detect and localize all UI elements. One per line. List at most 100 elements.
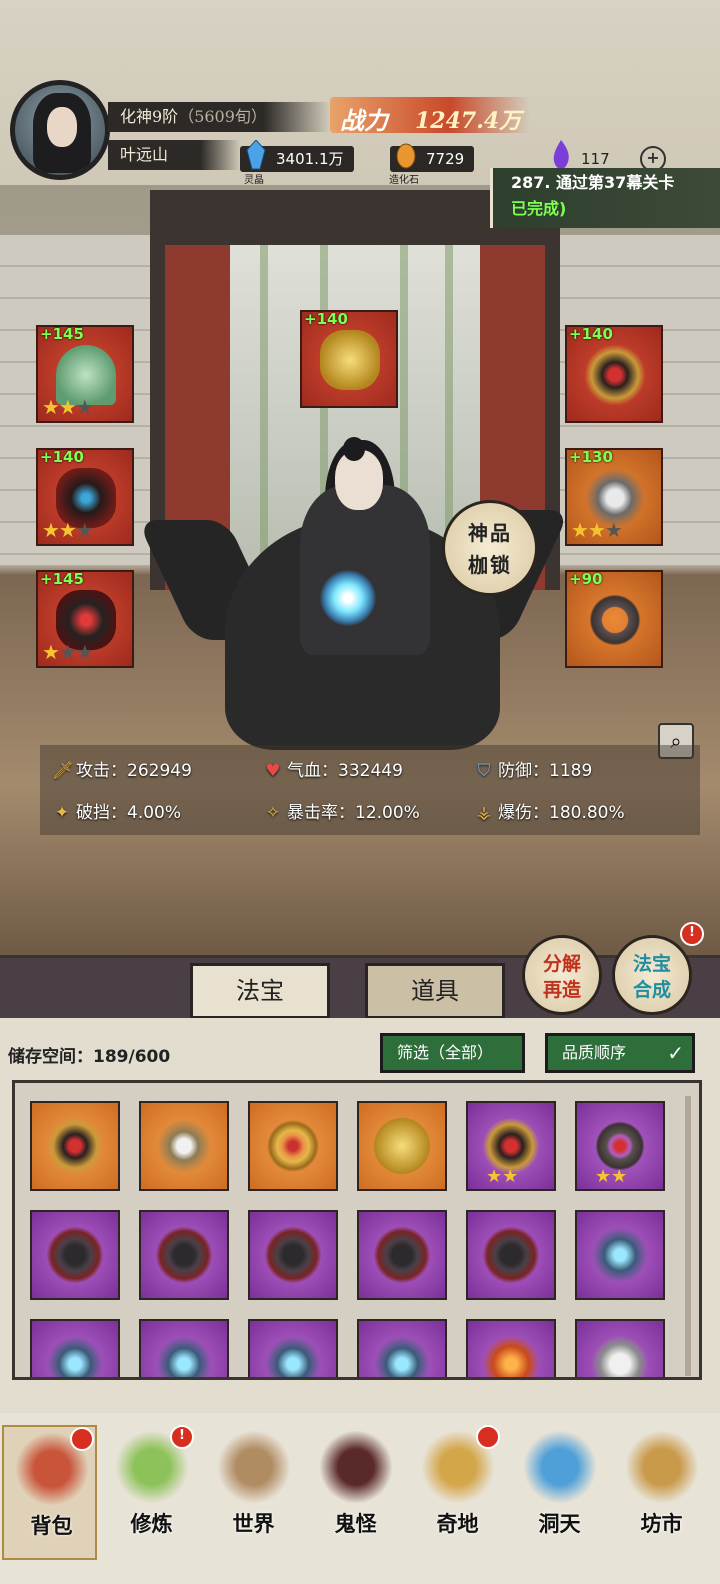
tab-treasures[interactable]: 法宝 [190, 963, 330, 1019]
inventory-item[interactable]: ★★ [575, 1101, 665, 1191]
star-rating: ★★ [595, 1166, 628, 1187]
equip-bonus: +145 [40, 570, 84, 588]
resource-creation-stone[interactable]: 造化石 7729 [389, 143, 475, 186]
inventory-item[interactable] [357, 1319, 447, 1377]
sort-button[interactable]: 品质顺序 ✓ [545, 1033, 695, 1073]
filter-button[interactable]: 筛选（全部） [380, 1033, 525, 1073]
nav-demon-egg[interactable]: 鬼怪 [308, 1425, 403, 1560]
equip-bonus: +130 [569, 448, 613, 466]
break-icon: ✦ [54, 803, 70, 823]
inventory-item[interactable] [139, 1101, 229, 1191]
sawblade-icon [265, 1227, 321, 1283]
equip-slot-1[interactable]: +145 ★★★ [36, 325, 134, 423]
inventory-item[interactable] [357, 1101, 447, 1191]
stat-break: ✦ 破挡：4.00% [52, 798, 181, 823]
gold-ring-icon [265, 1118, 321, 1174]
divine-lock-button[interactable]: 神品 枷锁 [442, 500, 538, 596]
inventory-grid[interactable]: ★★ ★★ [12, 1080, 702, 1380]
equip-bonus: +145 [40, 325, 84, 343]
synthesize-button[interactable]: 法宝 合成 [612, 935, 692, 1015]
stat-value: 262949 [127, 761, 192, 781]
resource-spirit-crystal[interactable]: 灵晶 3401.1万 [240, 140, 354, 186]
orange-stone-icon [396, 143, 416, 169]
power-label: 战力 [340, 106, 388, 135]
storage-label: 储存空间： [8, 1047, 93, 1067]
nav-market-stall[interactable]: 坊市 [614, 1425, 709, 1560]
inventory-item[interactable] [139, 1210, 229, 1300]
flame-blade-icon [483, 1336, 539, 1377]
nav-floating-island[interactable]: 奇地 [410, 1425, 505, 1560]
nav-label: 修炼 [130, 1511, 173, 1536]
stat-defense: ⛉ 防御：1189 [474, 756, 593, 781]
inventory-item[interactable] [248, 1319, 338, 1377]
shield-icon: ⛉ [477, 761, 491, 781]
quest-status: 已完成) [511, 199, 567, 218]
equip-slot-2[interactable]: +140 [300, 310, 398, 408]
quest-banner[interactable]: 287. 通过第37幕关卡 已完成) [490, 168, 720, 228]
portal-icon [524, 1431, 596, 1503]
stat-value: 332449 [338, 761, 403, 781]
equip-slot-4[interactable]: +140 ★★★ [36, 448, 134, 546]
sawblade-icon [483, 1227, 539, 1283]
nav-scroll-map[interactable]: 世界 [206, 1425, 301, 1560]
inventory-item[interactable] [357, 1210, 447, 1300]
stat-hp: ♥ 气血：332449 [263, 756, 403, 781]
star-rating: ★★ [486, 1166, 519, 1187]
notification-badge [476, 1425, 500, 1449]
stat-crit-rate: ✧ 暴击率：12.00% [263, 798, 420, 823]
equip-slot-3[interactable]: +140 [565, 325, 663, 423]
inventory-item[interactable]: ★★ [466, 1101, 556, 1191]
chevron-down-icon: ✓ [667, 1041, 684, 1065]
stat-value: 1189 [549, 761, 593, 781]
inventory-item[interactable] [139, 1319, 229, 1377]
bow-icon [156, 1336, 212, 1377]
inventory-item[interactable] [466, 1319, 556, 1377]
pendant-icon [156, 1118, 212, 1174]
white-armor-icon [592, 1336, 648, 1377]
notification-badge [70, 1427, 94, 1451]
star-rating: ★★★ [42, 640, 94, 664]
stat-label: 防御： [498, 761, 549, 781]
notification-badge: ! [680, 922, 704, 946]
inventory-item[interactable] [575, 1319, 665, 1377]
decompose-button[interactable]: 分解 再造 [522, 935, 602, 1015]
demon-egg-icon [320, 1431, 392, 1503]
character-torso [300, 485, 430, 655]
nav-label: 背包 [30, 1513, 73, 1538]
bow-icon [265, 1336, 321, 1377]
bamboo-stalk [260, 245, 268, 590]
sword-icon: 🗡 [52, 761, 74, 781]
equip-slot-7[interactable]: +90 [565, 570, 663, 668]
inventory-item[interactable] [248, 1210, 338, 1300]
inventory-item[interactable] [466, 1210, 556, 1300]
stat-crit-damage: ⚶ 爆伤：180.80% [474, 798, 625, 823]
gem-ring-icon [585, 345, 645, 405]
resource-value: 7729 [426, 150, 465, 168]
equip-slot-5[interactable]: +130 ★★★ [565, 448, 663, 546]
purple-flame-icon [553, 140, 569, 169]
stat-label: 攻击： [76, 761, 127, 781]
equip-slot-6[interactable]: +145 ★★★ [36, 570, 134, 668]
realm-label: 化神9阶 [120, 107, 179, 126]
inventory-item[interactable] [30, 1319, 120, 1377]
combat-power: 战力 1247.4万 [330, 97, 530, 135]
inventory-item[interactable] [30, 1101, 120, 1191]
inventory-item[interactable] [575, 1210, 665, 1300]
sawblade-icon [374, 1227, 430, 1283]
equip-bonus: +140 [40, 448, 84, 466]
nav-portal[interactable]: 洞天 [512, 1425, 607, 1560]
inventory-item[interactable] [30, 1210, 120, 1300]
tab-items[interactable]: 道具 [365, 963, 505, 1019]
stat-label: 爆伤： [498, 803, 549, 823]
nav-label: 奇地 [436, 1511, 479, 1536]
crit-icon: ✧ [265, 803, 281, 823]
inventory-item[interactable] [248, 1101, 338, 1191]
nav-lotus[interactable]: 修炼! [104, 1425, 199, 1560]
power-value: 1247.4万 [415, 108, 522, 134]
stat-label: 暴击率： [287, 803, 355, 823]
inventory-scrollbar[interactable] [685, 1096, 691, 1376]
storage-count: 189/600 [93, 1047, 171, 1067]
stat-label: 气血： [287, 761, 338, 781]
player-avatar[interactable] [10, 80, 110, 180]
nav-bag[interactable]: 背包 [2, 1425, 97, 1560]
